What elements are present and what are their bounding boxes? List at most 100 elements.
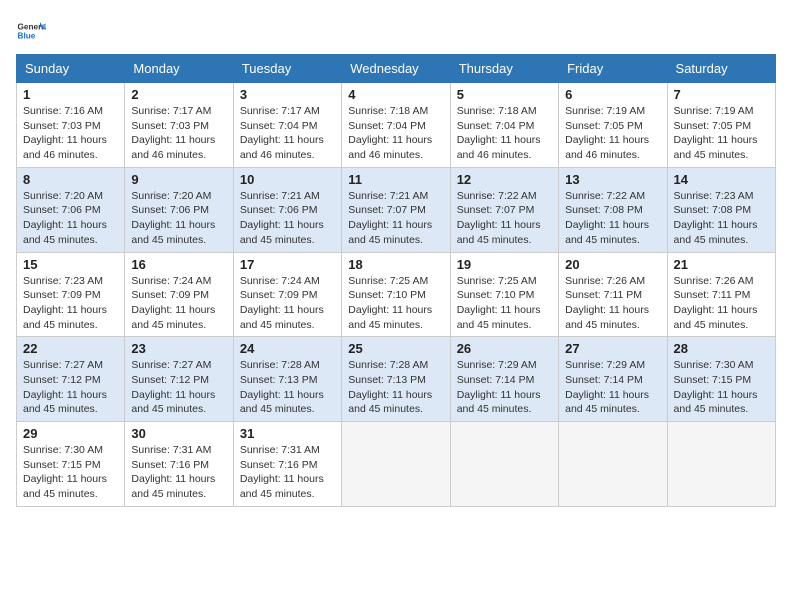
- col-header-wednesday: Wednesday: [342, 55, 450, 83]
- day-number: 9: [131, 172, 226, 187]
- day-detail: Sunrise: 7:31 AM Sunset: 7:16 PM Dayligh…: [131, 443, 226, 502]
- col-header-friday: Friday: [559, 55, 667, 83]
- day-detail: Sunrise: 7:31 AM Sunset: 7:16 PM Dayligh…: [240, 443, 335, 502]
- day-number: 2: [131, 87, 226, 102]
- day-detail: Sunrise: 7:27 AM Sunset: 7:12 PM Dayligh…: [131, 358, 226, 417]
- day-detail: Sunrise: 7:19 AM Sunset: 7:05 PM Dayligh…: [674, 104, 769, 163]
- calendar-cell: 26 Sunrise: 7:29 AM Sunset: 7:14 PM Dayl…: [450, 337, 558, 422]
- col-header-sunday: Sunday: [17, 55, 125, 83]
- day-detail: Sunrise: 7:25 AM Sunset: 7:10 PM Dayligh…: [348, 274, 443, 333]
- calendar-cell: 5 Sunrise: 7:18 AM Sunset: 7:04 PM Dayli…: [450, 83, 558, 168]
- day-detail: Sunrise: 7:21 AM Sunset: 7:06 PM Dayligh…: [240, 189, 335, 248]
- calendar-cell: 15 Sunrise: 7:23 AM Sunset: 7:09 PM Dayl…: [17, 252, 125, 337]
- day-detail: Sunrise: 7:29 AM Sunset: 7:14 PM Dayligh…: [457, 358, 552, 417]
- day-detail: Sunrise: 7:27 AM Sunset: 7:12 PM Dayligh…: [23, 358, 118, 417]
- logo: General Blue: [16, 16, 46, 46]
- calendar-cell: 7 Sunrise: 7:19 AM Sunset: 7:05 PM Dayli…: [667, 83, 775, 168]
- calendar-cell: 28 Sunrise: 7:30 AM Sunset: 7:15 PM Dayl…: [667, 337, 775, 422]
- day-detail: Sunrise: 7:23 AM Sunset: 7:09 PM Dayligh…: [23, 274, 118, 333]
- calendar-cell: 30 Sunrise: 7:31 AM Sunset: 7:16 PM Dayl…: [125, 422, 233, 507]
- calendar-cell: 22 Sunrise: 7:27 AM Sunset: 7:12 PM Dayl…: [17, 337, 125, 422]
- calendar-cell: 1 Sunrise: 7:16 AM Sunset: 7:03 PM Dayli…: [17, 83, 125, 168]
- day-number: 26: [457, 341, 552, 356]
- day-number: 5: [457, 87, 552, 102]
- day-detail: Sunrise: 7:24 AM Sunset: 7:09 PM Dayligh…: [131, 274, 226, 333]
- day-detail: Sunrise: 7:19 AM Sunset: 7:05 PM Dayligh…: [565, 104, 660, 163]
- day-number: 16: [131, 257, 226, 272]
- calendar-cell: 29 Sunrise: 7:30 AM Sunset: 7:15 PM Dayl…: [17, 422, 125, 507]
- col-header-tuesday: Tuesday: [233, 55, 341, 83]
- day-number: 4: [348, 87, 443, 102]
- day-number: 1: [23, 87, 118, 102]
- calendar-cell: 17 Sunrise: 7:24 AM Sunset: 7:09 PM Dayl…: [233, 252, 341, 337]
- calendar-cell: 9 Sunrise: 7:20 AM Sunset: 7:06 PM Dayli…: [125, 167, 233, 252]
- day-detail: Sunrise: 7:17 AM Sunset: 7:04 PM Dayligh…: [240, 104, 335, 163]
- day-number: 27: [565, 341, 660, 356]
- calendar-cell: 18 Sunrise: 7:25 AM Sunset: 7:10 PM Dayl…: [342, 252, 450, 337]
- calendar-cell: 13 Sunrise: 7:22 AM Sunset: 7:08 PM Dayl…: [559, 167, 667, 252]
- day-detail: Sunrise: 7:26 AM Sunset: 7:11 PM Dayligh…: [565, 274, 660, 333]
- calendar-cell: 4 Sunrise: 7:18 AM Sunset: 7:04 PM Dayli…: [342, 83, 450, 168]
- day-detail: Sunrise: 7:22 AM Sunset: 7:07 PM Dayligh…: [457, 189, 552, 248]
- day-detail: Sunrise: 7:30 AM Sunset: 7:15 PM Dayligh…: [23, 443, 118, 502]
- day-number: 7: [674, 87, 769, 102]
- calendar-cell: 27 Sunrise: 7:29 AM Sunset: 7:14 PM Dayl…: [559, 337, 667, 422]
- day-number: 8: [23, 172, 118, 187]
- day-detail: Sunrise: 7:29 AM Sunset: 7:14 PM Dayligh…: [565, 358, 660, 417]
- calendar-cell: 14 Sunrise: 7:23 AM Sunset: 7:08 PM Dayl…: [667, 167, 775, 252]
- day-number: 14: [674, 172, 769, 187]
- calendar-cell: 24 Sunrise: 7:28 AM Sunset: 7:13 PM Dayl…: [233, 337, 341, 422]
- calendar-cell: 25 Sunrise: 7:28 AM Sunset: 7:13 PM Dayl…: [342, 337, 450, 422]
- calendar-cell: 21 Sunrise: 7:26 AM Sunset: 7:11 PM Dayl…: [667, 252, 775, 337]
- day-number: 25: [348, 341, 443, 356]
- calendar-cell: 20 Sunrise: 7:26 AM Sunset: 7:11 PM Dayl…: [559, 252, 667, 337]
- day-number: 22: [23, 341, 118, 356]
- day-number: 24: [240, 341, 335, 356]
- day-number: 23: [131, 341, 226, 356]
- day-number: 3: [240, 87, 335, 102]
- day-detail: Sunrise: 7:26 AM Sunset: 7:11 PM Dayligh…: [674, 274, 769, 333]
- day-detail: Sunrise: 7:22 AM Sunset: 7:08 PM Dayligh…: [565, 189, 660, 248]
- calendar-cell: [450, 422, 558, 507]
- day-number: 19: [457, 257, 552, 272]
- day-detail: Sunrise: 7:20 AM Sunset: 7:06 PM Dayligh…: [131, 189, 226, 248]
- day-detail: Sunrise: 7:30 AM Sunset: 7:15 PM Dayligh…: [674, 358, 769, 417]
- day-number: 10: [240, 172, 335, 187]
- svg-text:Blue: Blue: [18, 32, 36, 41]
- day-number: 18: [348, 257, 443, 272]
- page-header: General Blue: [16, 16, 776, 46]
- calendar-cell: [559, 422, 667, 507]
- calendar-cell: [667, 422, 775, 507]
- calendar-cell: 12 Sunrise: 7:22 AM Sunset: 7:07 PM Dayl…: [450, 167, 558, 252]
- calendar-cell: 11 Sunrise: 7:21 AM Sunset: 7:07 PM Dayl…: [342, 167, 450, 252]
- day-detail: Sunrise: 7:28 AM Sunset: 7:13 PM Dayligh…: [348, 358, 443, 417]
- day-detail: Sunrise: 7:20 AM Sunset: 7:06 PM Dayligh…: [23, 189, 118, 248]
- day-number: 17: [240, 257, 335, 272]
- day-number: 13: [565, 172, 660, 187]
- calendar-cell: [342, 422, 450, 507]
- day-detail: Sunrise: 7:24 AM Sunset: 7:09 PM Dayligh…: [240, 274, 335, 333]
- day-detail: Sunrise: 7:21 AM Sunset: 7:07 PM Dayligh…: [348, 189, 443, 248]
- calendar-cell: 3 Sunrise: 7:17 AM Sunset: 7:04 PM Dayli…: [233, 83, 341, 168]
- day-number: 6: [565, 87, 660, 102]
- day-detail: Sunrise: 7:25 AM Sunset: 7:10 PM Dayligh…: [457, 274, 552, 333]
- calendar-cell: 19 Sunrise: 7:25 AM Sunset: 7:10 PM Dayl…: [450, 252, 558, 337]
- calendar-cell: 6 Sunrise: 7:19 AM Sunset: 7:05 PM Dayli…: [559, 83, 667, 168]
- calendar-cell: 23 Sunrise: 7:27 AM Sunset: 7:12 PM Dayl…: [125, 337, 233, 422]
- calendar-cell: 2 Sunrise: 7:17 AM Sunset: 7:03 PM Dayli…: [125, 83, 233, 168]
- day-detail: Sunrise: 7:18 AM Sunset: 7:04 PM Dayligh…: [457, 104, 552, 163]
- day-number: 31: [240, 426, 335, 441]
- logo-icon: General Blue: [16, 16, 46, 46]
- calendar-cell: 16 Sunrise: 7:24 AM Sunset: 7:09 PM Dayl…: [125, 252, 233, 337]
- col-header-thursday: Thursday: [450, 55, 558, 83]
- day-detail: Sunrise: 7:18 AM Sunset: 7:04 PM Dayligh…: [348, 104, 443, 163]
- day-number: 20: [565, 257, 660, 272]
- day-number: 30: [131, 426, 226, 441]
- calendar-cell: 31 Sunrise: 7:31 AM Sunset: 7:16 PM Dayl…: [233, 422, 341, 507]
- day-number: 29: [23, 426, 118, 441]
- day-number: 11: [348, 172, 443, 187]
- day-number: 28: [674, 341, 769, 356]
- day-detail: Sunrise: 7:23 AM Sunset: 7:08 PM Dayligh…: [674, 189, 769, 248]
- day-number: 21: [674, 257, 769, 272]
- col-header-monday: Monday: [125, 55, 233, 83]
